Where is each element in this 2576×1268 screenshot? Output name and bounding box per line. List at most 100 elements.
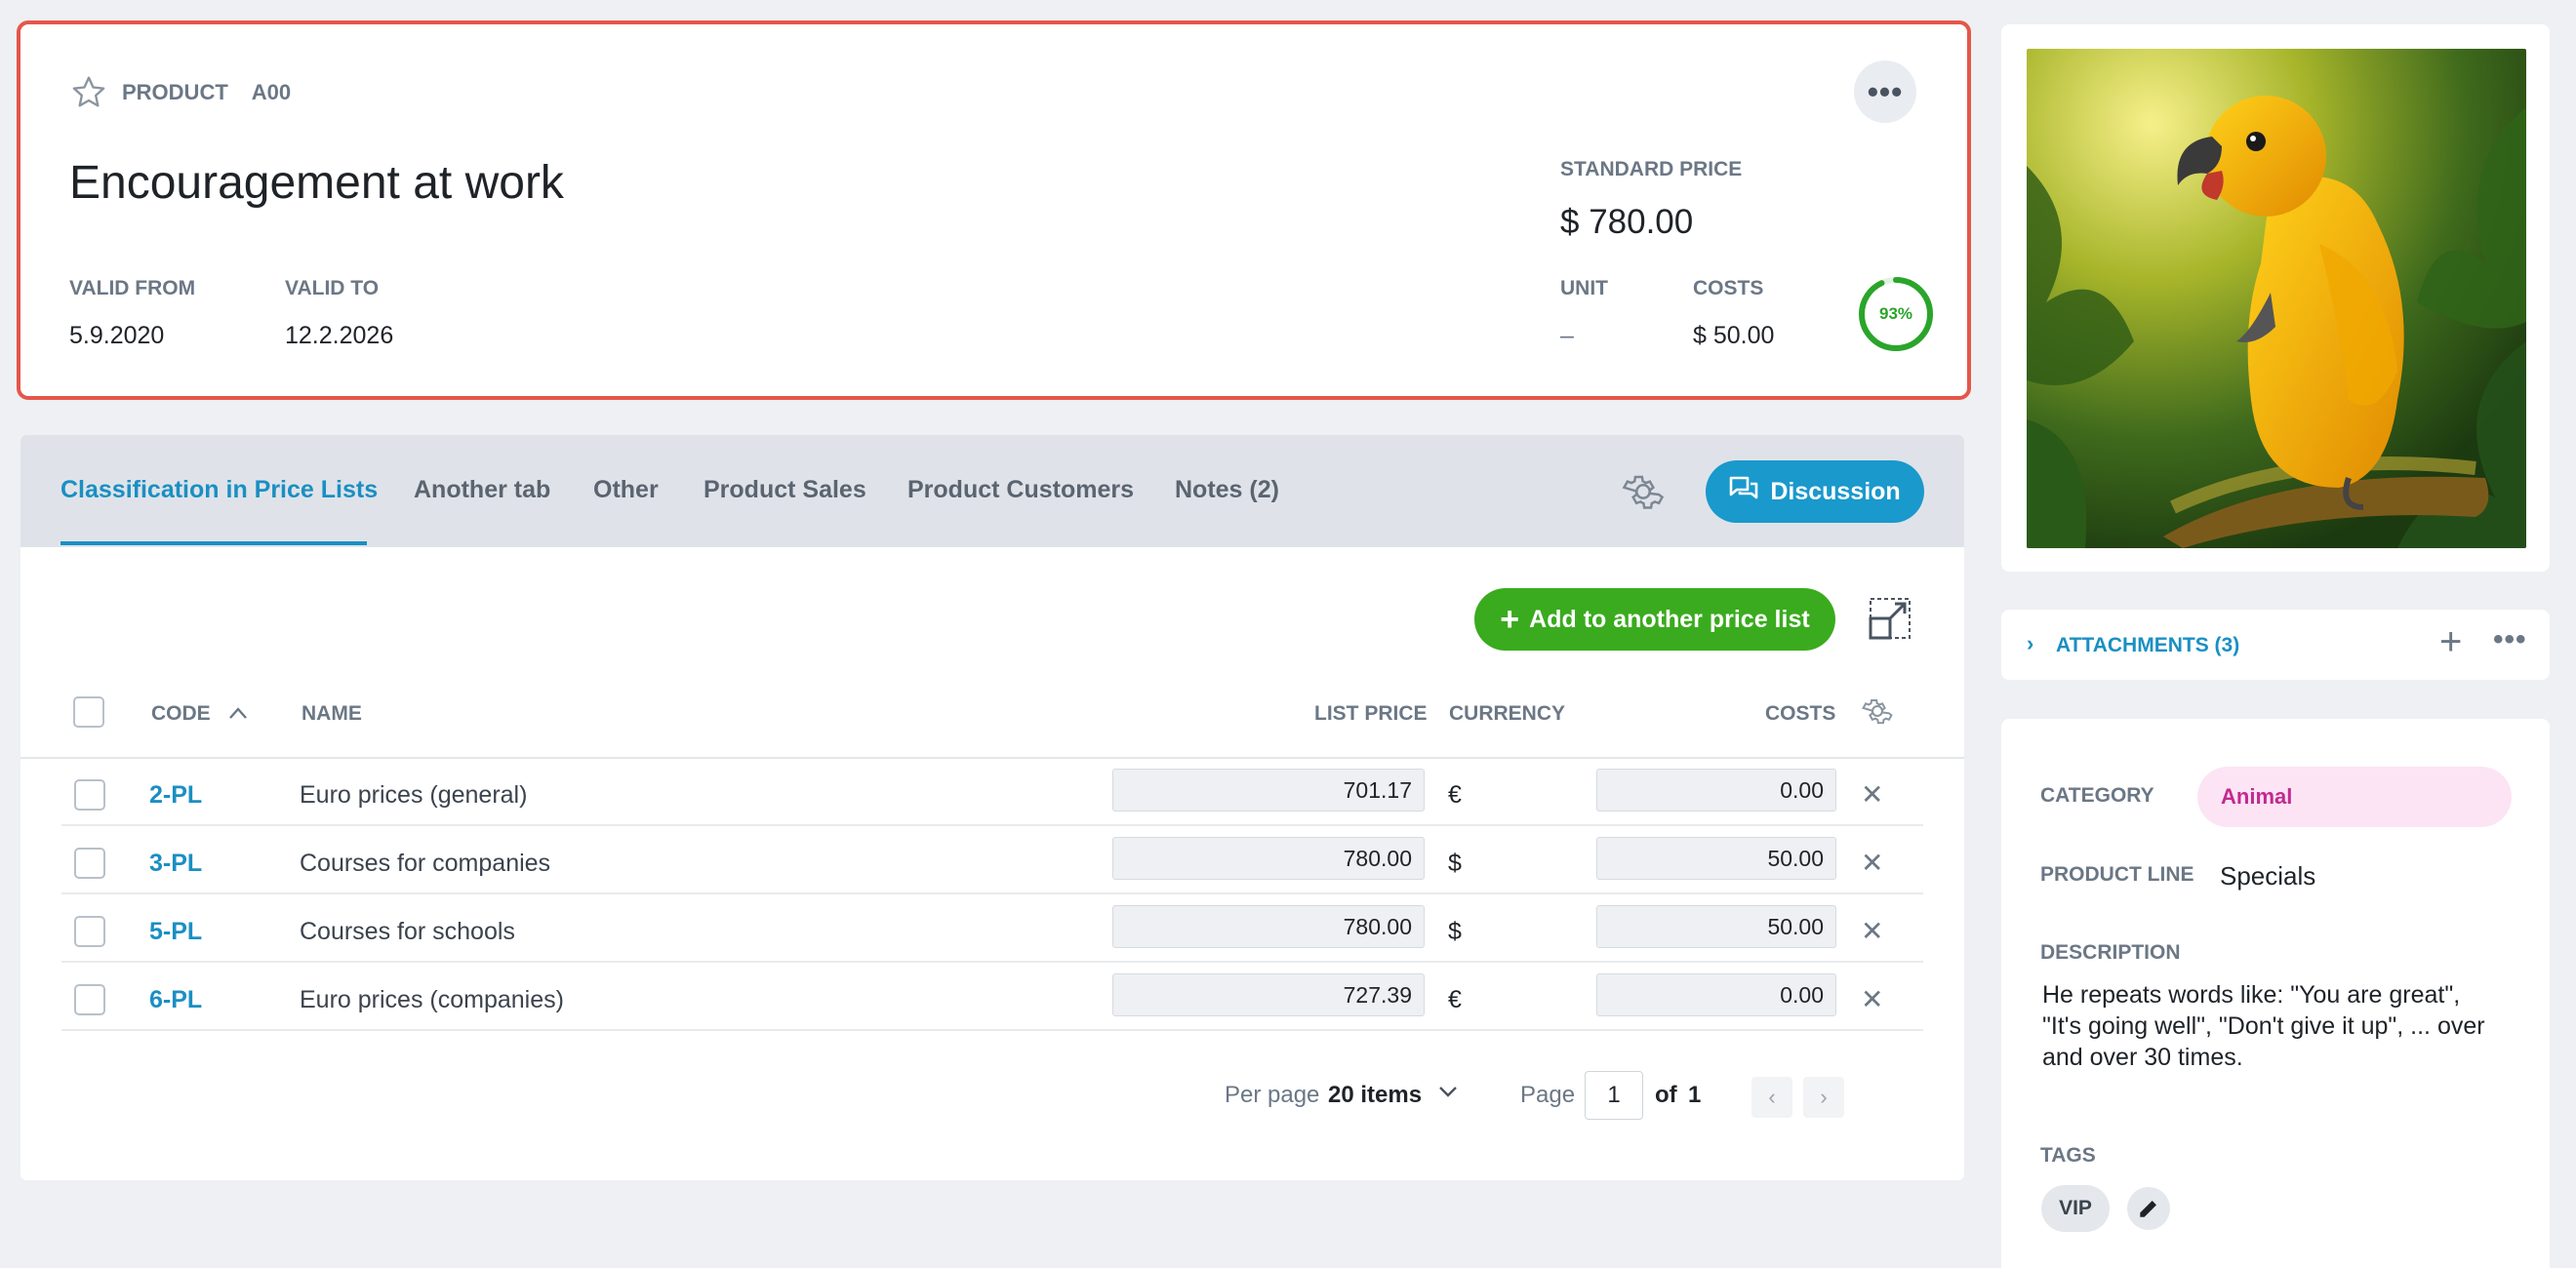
column-code-label: CODE <box>151 702 211 725</box>
row-code-link[interactable]: 5-PL <box>149 918 202 946</box>
attachments-toggle[interactable]: ATTACHMENTS (3) <box>2056 634 2239 657</box>
costs-input[interactable]: 50.00 <box>1596 837 1836 880</box>
valid-from-value: 5.9.2020 <box>69 322 165 349</box>
plus-icon: + <box>1500 601 1520 638</box>
close-icon[interactable]: ✕ <box>1861 983 1883 1015</box>
chat-icon <box>1729 476 1758 508</box>
product-header-card: PRODUCT A00 ••• Encouragement at work VA… <box>17 20 1971 400</box>
unit-value: – <box>1560 322 1574 349</box>
more-options-button[interactable]: ••• <box>1854 60 1916 123</box>
discussion-button-label: Discussion <box>1770 477 1901 505</box>
valid-from-label: VALID FROM <box>69 277 196 299</box>
row-checkbox[interactable] <box>74 984 105 1015</box>
list-price-input[interactable]: 780.00 <box>1112 837 1425 880</box>
margin-gauge: 93% <box>1857 275 1935 353</box>
product-line-value: Specials <box>2220 861 2316 891</box>
unit-label: UNIT <box>1560 277 1608 299</box>
costs-input[interactable]: 0.00 <box>1596 973 1836 1016</box>
active-tab-indicator <box>60 541 367 545</box>
row-currency: $ <box>1448 850 1462 877</box>
product-image[interactable] <box>2027 49 2526 548</box>
product-header-top: PRODUCT A00 <box>69 73 291 112</box>
tags-label: TAGS <box>2040 1144 2096 1167</box>
row-code-link[interactable]: 2-PL <box>149 781 202 810</box>
per-page-label: Per page <box>1225 1082 1320 1108</box>
gear-icon[interactable] <box>1861 694 1894 728</box>
chevron-right-icon[interactable]: › <box>2027 631 2033 656</box>
per-page-select[interactable]: 20 items <box>1328 1082 1422 1109</box>
close-icon[interactable]: ✕ <box>1861 915 1883 947</box>
row-currency: € <box>1448 986 1462 1013</box>
row-currency: $ <box>1448 918 1462 945</box>
tab-bar: Classification in Price Lists Another ta… <box>20 435 1964 547</box>
product-code: A00 <box>251 80 292 104</box>
tab-product-customers[interactable]: Product Customers <box>907 476 1134 504</box>
page-label: Page <box>1520 1082 1576 1108</box>
add-button-label: Add to another price list <box>1529 605 1810 633</box>
pencil-icon[interactable] <box>2127 1187 2170 1230</box>
tab-classification-in-price-lists[interactable]: Classification in Price Lists <box>60 476 378 504</box>
price-lists-card: Classification in Price Lists Another ta… <box>20 435 1964 1180</box>
row-divider <box>61 1029 1923 1031</box>
row-code-link[interactable]: 6-PL <box>149 986 202 1014</box>
column-header-code[interactable]: CODE <box>151 702 248 726</box>
tab-other[interactable]: Other <box>593 476 659 504</box>
row-checkbox[interactable] <box>74 779 105 811</box>
row-name: Courses for schools <box>300 918 515 945</box>
chevron-down-icon[interactable] <box>1437 1084 1459 1104</box>
costs-input[interactable]: 50.00 <box>1596 905 1836 948</box>
row-code-link[interactable]: 3-PL <box>149 850 202 878</box>
tab-another-tab[interactable]: Another tab <box>414 476 550 504</box>
discussion-button[interactable]: Discussion <box>1706 460 1924 523</box>
row-checkbox[interactable] <box>74 916 105 947</box>
list-price-input[interactable]: 727.39 <box>1112 973 1425 1016</box>
list-price-input[interactable]: 780.00 <box>1112 905 1425 948</box>
column-header-list-price[interactable]: LIST PRICE <box>1314 702 1428 726</box>
row-name: Euro prices (general) <box>300 781 528 809</box>
product-details-card: CATEGORY Animal PRODUCT LINE Specials DE… <box>2001 719 2550 1268</box>
column-header-name[interactable]: NAME <box>302 702 362 726</box>
row-divider <box>61 824 1923 826</box>
chevron-left-icon[interactable]: ‹ <box>1751 1077 1792 1118</box>
costs-value: $ 50.00 <box>1693 322 1775 349</box>
close-icon[interactable]: ✕ <box>1861 847 1883 879</box>
product-image-card <box>2001 24 2550 572</box>
gear-icon[interactable] <box>1621 469 1666 514</box>
column-header-currency[interactable]: CURRENCY <box>1449 702 1565 726</box>
description-text: He repeats words like: "You are great", … <box>2042 981 2485 1071</box>
description-label: DESCRIPTION <box>2040 941 2181 964</box>
row-name: Courses for companies <box>300 850 551 877</box>
standard-price-value: $ 780.00 <box>1560 203 1694 241</box>
valid-to-label: VALID TO <box>285 277 380 299</box>
select-all-checkbox[interactable] <box>73 696 104 728</box>
close-icon[interactable]: ✕ <box>1861 778 1883 811</box>
list-price-input[interactable]: 701.17 <box>1112 769 1425 812</box>
tag-chip[interactable]: VIP <box>2041 1185 2110 1232</box>
category-label: CATEGORY <box>2040 784 2154 807</box>
attachments-more-icon[interactable]: ••• <box>2493 623 2527 656</box>
page-number-input[interactable]: 1 <box>1585 1071 1643 1120</box>
add-to-price-list-button[interactable]: + Add to another price list <box>1474 588 1835 651</box>
star-icon[interactable] <box>69 73 108 112</box>
row-divider <box>61 892 1923 894</box>
add-attachment-icon[interactable]: + <box>2439 620 2462 664</box>
chevron-up-icon <box>228 702 248 726</box>
of-label: of <box>1655 1082 1677 1108</box>
row-currency: € <box>1448 781 1462 809</box>
product-type-label: PRODUCT <box>122 80 228 104</box>
costs-label: COSTS <box>1693 277 1764 299</box>
standard-price-label: STANDARD PRICE <box>1560 158 1743 180</box>
chevron-right-icon[interactable]: › <box>1803 1077 1844 1118</box>
row-checkbox[interactable] <box>74 848 105 879</box>
tab-notes[interactable]: Notes (2) <box>1175 476 1279 504</box>
category-value[interactable]: Animal <box>2197 767 2512 827</box>
valid-to-value: 12.2.2026 <box>285 322 394 349</box>
expand-icon[interactable] <box>1868 596 1912 641</box>
tab-product-sales[interactable]: Product Sales <box>704 476 866 504</box>
margin-percent-text: 93% <box>1878 304 1913 323</box>
column-header-costs[interactable]: COSTS <box>1765 702 1835 726</box>
row-name: Euro prices (companies) <box>300 986 564 1013</box>
total-pages: 1 <box>1688 1082 1702 1108</box>
row-divider <box>61 961 1923 963</box>
costs-input[interactable]: 0.00 <box>1596 769 1836 812</box>
